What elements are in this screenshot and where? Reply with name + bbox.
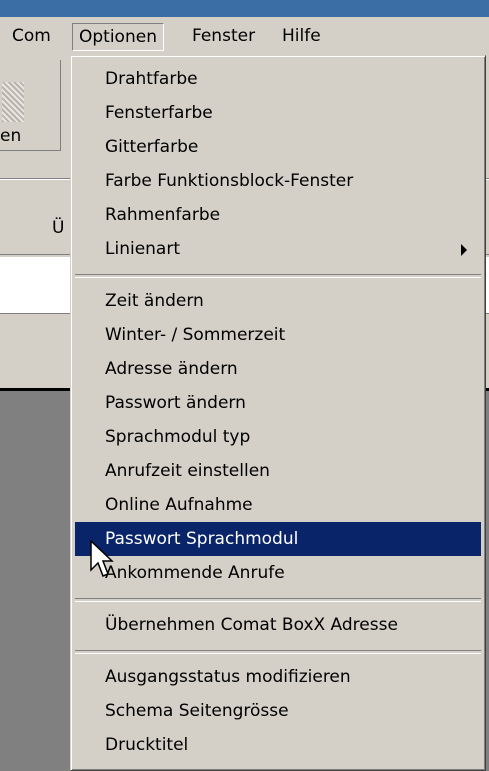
menu-item-passwort-aendern[interactable]: Passwort ändern: [75, 386, 481, 420]
menu-item-adresse-aendern[interactable]: Adresse ändern: [75, 352, 481, 386]
submenu-arrow-icon: [461, 244, 467, 256]
optionen-dropdown-menu: Drahtfarbe Fensterfarbe Gitterfarbe Farb…: [70, 55, 486, 771]
menu-item-drahtfarbe[interactable]: Drahtfarbe: [75, 62, 481, 96]
menu-hilfe[interactable]: Hilfe: [276, 23, 327, 49]
menu-item-ankommende-anrufe[interactable]: Ankommende Anrufe: [75, 556, 481, 590]
toolbar-button-icon: [2, 82, 24, 122]
menu-separator: [75, 598, 481, 602]
menu-item-linienart-label: Linienart: [105, 239, 180, 259]
title-bar: [0, 0, 489, 17]
menu-item-winter-sommerzeit[interactable]: Winter- / Sommerzeit: [75, 318, 481, 352]
menu-item-uebernehmen-adresse[interactable]: Übernehmen Comat BoxX Adresse: [75, 608, 481, 642]
menu-optionen[interactable]: Optionen: [72, 23, 164, 51]
menu-item-gitterfarbe[interactable]: Gitterfarbe: [75, 130, 481, 164]
toolbar-button[interactable]: en: [0, 60, 61, 151]
menu-com[interactable]: Com: [6, 23, 57, 49]
menu-item-passwort-sprachmodul[interactable]: Passwort Sprachmodul: [75, 522, 481, 556]
menu-item-ausgangsstatus[interactable]: Ausgangsstatus modifizieren: [75, 660, 481, 694]
menu-fenster[interactable]: Fenster: [186, 23, 261, 49]
tab-label-partial[interactable]: Ü: [52, 218, 64, 238]
menu-item-online-aufnahme[interactable]: Online Aufnahme: [75, 488, 481, 522]
menu-item-linienart[interactable]: Linienart: [75, 232, 481, 266]
menu-item-schema-seitengroesse[interactable]: Schema Seitengrösse: [75, 694, 481, 728]
menu-item-drucktitel[interactable]: Drucktitel: [75, 728, 481, 762]
menu-separator: [75, 650, 481, 654]
toolbar-button-label: en: [0, 126, 22, 146]
menu-item-anrufzeit-einstellen[interactable]: Anrufzeit einstellen: [75, 454, 481, 488]
menu-item-farbe-funktionsblock[interactable]: Farbe Funktionsblock-Fenster: [75, 164, 481, 198]
menu-item-zeit-aendern[interactable]: Zeit ändern: [75, 284, 481, 318]
menu-bar: Com Optionen Fenster Hilfe: [0, 17, 489, 55]
mouse-pointer-icon: [90, 540, 114, 577]
menu-item-sprachmodul-typ[interactable]: Sprachmodul typ: [75, 420, 481, 454]
menu-item-fensterfarbe[interactable]: Fensterfarbe: [75, 96, 481, 130]
menu-item-rahmenfarbe[interactable]: Rahmenfarbe: [75, 198, 481, 232]
menu-separator: [75, 274, 481, 278]
